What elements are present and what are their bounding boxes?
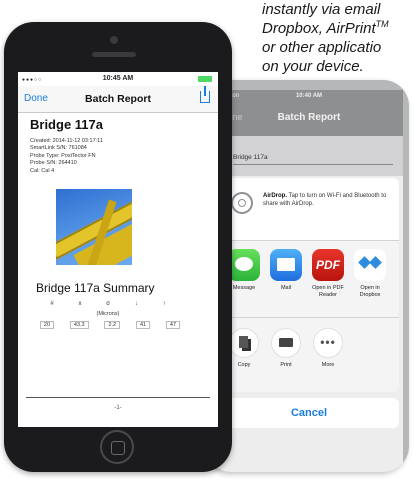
report-document: Bridge 117a Created: 2014-11-12 03:17:11… [18,113,218,330]
doc-title: Bridge 117a [233,154,268,161]
share-app-mail[interactable]: Mail [269,249,303,292]
report-screen: ●●●○○ 10:45 AM Done Batch Report Bridge … [18,72,218,427]
dimmed-header: Verizon 10:40 AM Done Batch Report [215,90,403,136]
dropbox-icon [354,249,386,281]
status-bar: Verizon 10:40 AM [215,90,403,102]
airdrop-description: AirDrop. Tap to turn on Wi-Fi and Blueto… [263,192,389,208]
copy-icon [229,328,259,358]
app-label: Open in PDF Reader [312,285,344,298]
action-more[interactable]: ••• More [311,328,345,369]
meta-line: SmartLink S/N: 761084 [30,145,87,152]
summary-labels: # x σ ↓ ↑ [38,301,178,307]
meta-line: Cal: Cal 4 [30,167,55,174]
camera-icon [110,36,118,44]
app-label: Mail [280,285,292,291]
airdrop-icon [231,192,253,214]
status-bar: ●●●○○ 10:45 AM [18,72,218,86]
summary-value: 43.3 [69,321,89,330]
caption-line: on your device. [262,58,364,75]
nav-bar: Done Batch Report [215,102,403,132]
summary-value: 2.2 [104,321,121,330]
share-apps-row: Message Mail PDF Open in PDF Reader Open… [219,240,399,317]
print-icon [271,328,301,358]
summary-value: 47 [165,321,181,330]
divider [233,164,393,165]
summary-title: Bridge 117a Summary [36,281,155,296]
caption-text: Dropbox, AirPrint [262,20,376,37]
share-screen: Verizon 10:40 AM Done Batch Report Bridg… [215,90,403,472]
status-time: 10:40 AM [295,93,323,99]
phone-front: ●●●○○ 10:45 AM Done Batch Report Bridge … [4,22,232,472]
share-actions-row: Copy Print ••• More [219,317,399,392]
cancel-button[interactable]: Cancel [219,398,399,428]
trademark-mark: TM [375,19,389,29]
mail-icon [270,249,302,281]
nav-title: Batch Report [85,93,151,105]
caption-line: Dropbox, AirPrintTM [262,19,414,38]
caption-line: or other applicatio [262,39,382,56]
action-print[interactable]: Print [269,328,303,369]
document-preview: Bridge 117a [215,136,403,176]
airdrop-panel[interactable]: AirDrop. Tap to turn on Wi-Fi and Blueto… [219,178,399,240]
page-number: -1- [114,405,122,411]
phone-back: Verizon 10:40 AM Done Batch Report Bridg… [205,80,409,472]
marketing-caption: instantly via email Dropbox, AirPrintTM … [262,0,414,76]
summary-label: # [50,301,54,308]
action-copy[interactable]: Copy [227,328,261,369]
share-icon[interactable] [200,86,210,103]
share-app-dropbox[interactable]: Open in Dropbox [353,249,387,299]
share-app-pdf-reader[interactable]: PDF Open in PDF Reader [311,249,345,299]
share-app-message[interactable]: Message [227,249,261,292]
meta-line: Probe Type: PosiTector FN [30,152,96,159]
doc-title: Bridge 117a [30,117,103,132]
nav-bar: Done Batch Report [18,86,218,113]
meta-line: Probe S/N: 264410 [30,160,77,167]
caption-line: instantly via email [262,1,381,18]
meta-line: Created: 2014-11-12 03:17:11 [30,138,103,144]
message-icon [228,249,260,281]
divider [26,397,210,398]
nav-title: Batch Report [277,112,341,123]
summary-label: ↑ [162,301,166,308]
summary-label: σ [106,301,110,308]
summary-values: 20 43.3 2.2 41 47 [32,321,188,330]
app-label: Message [232,285,256,291]
action-label: Print [280,362,292,368]
action-label: More [321,362,335,368]
speaker-grille [92,52,136,57]
share-sheet: AirDrop. Tap to turn on Wi-Fi and Blueto… [219,178,399,428]
bridge-photo [56,189,132,266]
more-icon: ••• [313,328,343,358]
summary-label: x [78,301,82,308]
status-time: 10:45 AM [102,75,134,82]
airdrop-title: AirDrop. [263,193,287,199]
pdf-icon: PDF [312,249,344,281]
summary-value: 20 [39,321,55,330]
summary-label: ↓ [134,301,138,308]
summary-value: 41 [135,321,151,330]
app-label: Open in Dropbox [359,285,381,298]
battery-icon [198,76,212,82]
home-button[interactable] [100,430,134,464]
summary-units: (Microns) [96,311,120,318]
action-label: Copy [237,362,251,368]
